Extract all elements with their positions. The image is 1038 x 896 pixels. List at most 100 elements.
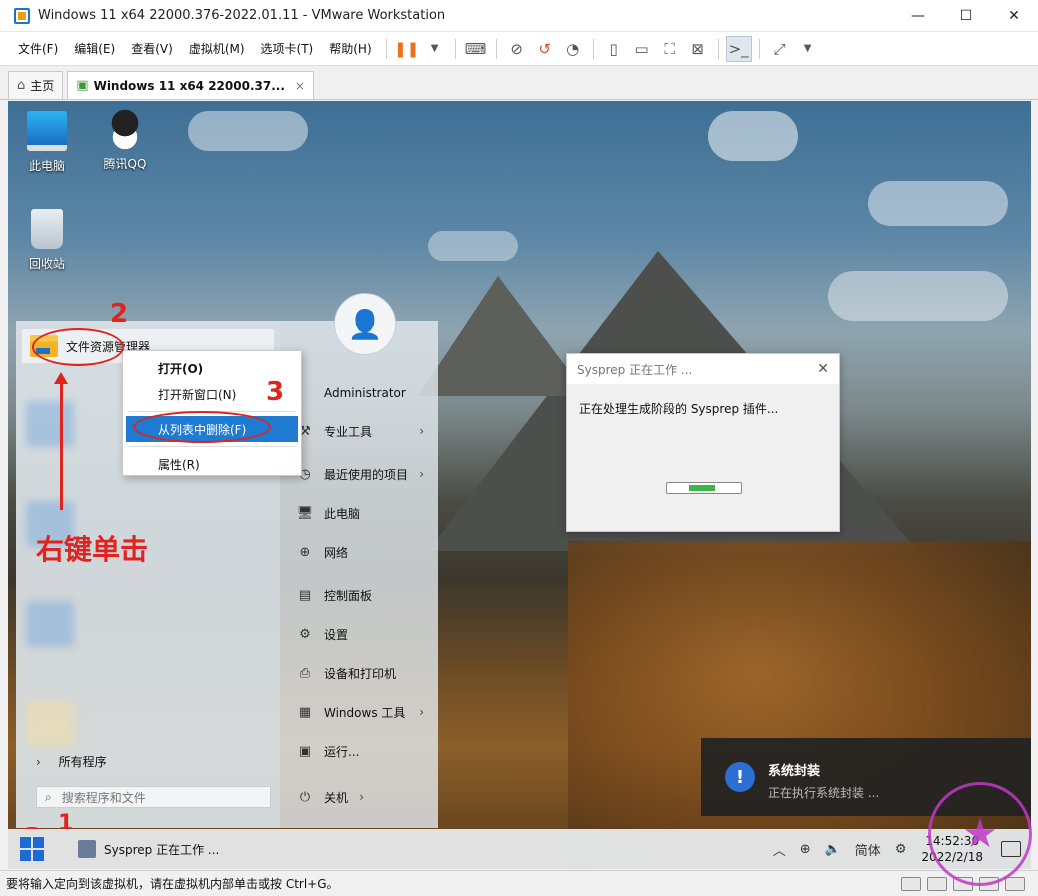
console-view-icon[interactable]: >_	[725, 35, 752, 62]
desktop-icon-this-pc[interactable]: 此电脑	[16, 111, 78, 174]
ime-label[interactable]: 简体	[855, 840, 881, 859]
taskbar-app-sysprep[interactable]: Sysprep 正在工作 ...	[70, 829, 227, 869]
snapshot-manager-icon[interactable]: ◔	[560, 36, 586, 62]
maximize-button[interactable]: ☐	[942, 0, 990, 32]
desktop-icon-qq[interactable]: 腾讯QQ	[94, 109, 156, 172]
chevron-down-icon[interactable]: ▼	[795, 36, 821, 62]
wallpaper-cloud	[868, 181, 1008, 226]
sysprep-message: 正在处理生成阶段的 Sysprep 插件...	[579, 402, 779, 416]
start-item-run[interactable]: ▣ 运行...	[296, 739, 436, 763]
user-avatar[interactable]: 👤	[334, 293, 396, 355]
start-item-shutdown[interactable]: ⏻ 关机 ›	[296, 785, 376, 809]
close-button[interactable]: ✕	[990, 0, 1038, 32]
pause-icon[interactable]: ❚❚	[394, 36, 420, 62]
computer-icon	[27, 111, 67, 151]
menu-help[interactable]: 帮助(H)	[321, 40, 379, 57]
wallpaper-cloud	[188, 111, 308, 151]
taskbar: Sysprep 正在工作 ... ︿ ⊕ 🔈 简体 ⚙ 14:52:30 202…	[8, 829, 1031, 869]
toolbar-separator	[454, 38, 456, 59]
tab-vm[interactable]: ▣ Windows 11 x64 22000.37... ×	[67, 71, 314, 99]
statusbar-text: 要将输入定向到该虚拟机，请在虚拟机内部单击或按 Ctrl+G。	[6, 877, 339, 891]
start-item-pro-tools[interactable]: ⚒ 专业工具 ›	[296, 419, 436, 443]
chevron-right-icon: ›	[36, 755, 41, 769]
windows-logo-pane	[33, 850, 44, 861]
sound-icon[interactable]	[1005, 876, 1025, 891]
ctx-separator	[129, 446, 295, 447]
start-user-name[interactable]: Administrator	[296, 381, 436, 405]
revert-snapshot-icon[interactable]: ↺	[532, 36, 558, 62]
close-icon[interactable]: ✕	[817, 361, 829, 377]
start-search-input[interactable]: ⌕ 搜索程序和文件	[36, 786, 271, 808]
chevron-down-icon[interactable]: ▼	[422, 36, 448, 62]
cd-icon[interactable]	[927, 876, 947, 891]
all-programs-link[interactable]: › 所有程序	[36, 753, 107, 770]
start-item-network[interactable]: ⊕ 网络	[296, 540, 436, 564]
control-panel-icon: ▤	[298, 587, 312, 603]
hdd-icon[interactable]	[901, 876, 921, 891]
desktop-icon-label: 腾讯QQ	[103, 157, 147, 171]
start-item-label: 运行...	[324, 744, 360, 759]
start-button[interactable]	[20, 837, 44, 861]
annotation-step-2: 2	[110, 299, 129, 329]
start-item-label: 设置	[324, 627, 349, 642]
annotation-arrow	[54, 372, 68, 510]
sysprep-titlebar: Sysprep 正在工作 ... ✕	[567, 354, 839, 384]
chevron-right-icon: ›	[419, 424, 424, 438]
start-item-devices-printers[interactable]: ⎙ 设备和打印机	[296, 661, 436, 685]
menu-tabs[interactable]: 选项卡(T)	[253, 40, 322, 57]
start-item-windows-tools[interactable]: ▦ Windows 工具 ›	[296, 700, 436, 724]
library-view-icon[interactable]: ▯	[601, 36, 627, 62]
thumbnail-view-icon[interactable]: ▭	[629, 36, 655, 62]
menu-edit[interactable]: 编辑(E)	[66, 40, 123, 57]
vm-icon: ▣	[76, 78, 89, 93]
toolbar-separator	[385, 38, 387, 59]
start-item-label: 最近使用的项目	[324, 467, 409, 482]
desktop-icon-recycle-bin[interactable]: 回收站	[16, 209, 78, 272]
menu-view[interactable]: 查看(V)	[123, 40, 181, 57]
unity-icon[interactable]: ⊠	[685, 36, 711, 62]
start-item-label: 网络	[324, 545, 349, 560]
annotation-right-click-note: 右键单击	[36, 533, 149, 566]
start-item-control-panel[interactable]: ▤ 控制面板	[296, 583, 436, 607]
run-icon: ▣	[298, 743, 312, 759]
input-settings-icon[interactable]: ⚙	[895, 842, 907, 857]
toast-body: 正在执行系统封装 ...	[768, 786, 880, 800]
ctx-properties[interactable]: 属性(R)	[123, 451, 301, 477]
vm-display[interactable]: 此电脑 腾讯QQ 回收站 文件资源管理器 › 所有程序 ⌕ 搜索程序和文件 👤 …	[8, 101, 1031, 869]
tab-home[interactable]: ⌂ 主页	[8, 71, 64, 99]
info-icon: !	[725, 762, 755, 792]
snapshot-icon[interactable]: ⊘	[504, 36, 530, 62]
fullscreen-icon[interactable]: ⛶	[657, 36, 683, 62]
minimize-button[interactable]: —	[894, 0, 942, 32]
toast-title: 系统封装	[768, 764, 821, 779]
menu-vm[interactable]: 虚拟机(M)	[181, 40, 253, 57]
start-item-this-pc[interactable]: 🖥 此电脑	[296, 501, 436, 525]
progress-fill	[689, 485, 715, 491]
vmware-statusbar: 要将输入定向到该虚拟机，请在虚拟机内部单击或按 Ctrl+G。	[0, 870, 1038, 896]
vmware-app-icon	[14, 7, 30, 24]
stretch-icon[interactable]: ⤢	[767, 36, 793, 62]
tab-home-label: 主页	[30, 79, 55, 93]
windows-logo-pane	[33, 837, 44, 848]
start-item-label: 设备和打印机	[324, 666, 397, 681]
start-item-settings[interactable]: ⚙ 设置	[296, 622, 436, 646]
annotation-ellipse-remove	[133, 411, 271, 443]
start-item-label: Windows 工具	[324, 705, 406, 720]
tab-close-icon[interactable]: ×	[295, 79, 305, 93]
annotation-ellipse-explorer	[32, 328, 124, 366]
network-icon[interactable]: ⊕	[800, 842, 811, 857]
menubar: 文件(F) 编辑(E) 查看(V) 虚拟机(M) 选项卡(T) 帮助(H) ❚❚…	[0, 32, 1038, 66]
chevron-right-icon: ›	[419, 467, 424, 481]
start-item-label: 关机	[324, 790, 349, 805]
toolbar-separator	[717, 38, 719, 59]
send-keys-icon[interactable]: ⌨	[463, 36, 489, 62]
chevron-up-icon[interactable]: ︿	[773, 840, 786, 859]
computer-icon: 🖥	[296, 505, 314, 521]
menu-file[interactable]: 文件(F)	[10, 40, 66, 57]
start-item-recent[interactable]: ◷ 最近使用的项目 ›	[296, 462, 436, 486]
all-programs-label: 所有程序	[58, 755, 107, 769]
volume-icon[interactable]: 🔈	[825, 842, 841, 857]
printer-icon: ⎙	[299, 665, 311, 681]
window-titlebar: Windows 11 x64 22000.376-2022.01.11 - VM…	[0, 0, 1038, 32]
start-item-label: 此电脑	[324, 506, 361, 521]
